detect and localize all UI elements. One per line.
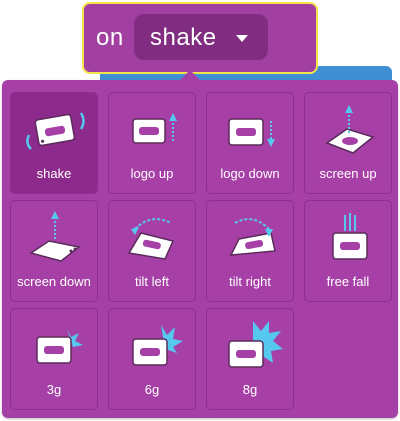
gesture-dropdown[interactable]: shake	[134, 14, 268, 60]
option-screen-down[interactable]: screen down	[10, 200, 98, 302]
option-logo-down[interactable]: logo down	[206, 92, 294, 194]
option-label: 3g	[46, 382, 62, 397]
option-logo-up[interactable]: logo up	[108, 92, 196, 194]
3g-icon	[36, 329, 83, 364]
option-label: logo down	[220, 166, 280, 181]
option-6g[interactable]: 6g	[108, 308, 196, 410]
6g-icon	[132, 325, 183, 366]
option-label: logo up	[130, 166, 174, 181]
chevron-down-icon	[236, 35, 248, 42]
on-gesture-block[interactable]: on shake	[82, 2, 318, 74]
option-label: shake	[36, 166, 72, 181]
free-fall-icon	[332, 213, 368, 260]
option-free-fall[interactable]: free fall	[304, 200, 392, 302]
stage: on shake shake logo up logo down screen …	[0, 0, 400, 421]
shake-icon	[26, 112, 85, 150]
dropdown-pointer	[178, 70, 202, 82]
tilt-right-icon	[229, 218, 276, 256]
on-label: on	[96, 24, 124, 51]
option-label: 8g	[242, 382, 258, 397]
option-tilt-right[interactable]: tilt right	[206, 200, 294, 302]
option-label: free fall	[326, 274, 370, 289]
option-tilt-left[interactable]: tilt left	[108, 200, 196, 302]
option-label: screen down	[17, 274, 91, 289]
option-label: tilt left	[135, 274, 169, 289]
option-3g[interactable]: 3g	[10, 308, 98, 410]
screen-up-icon	[325, 105, 375, 154]
option-screen-up[interactable]: screen up	[304, 92, 392, 194]
8g-icon	[228, 321, 283, 368]
gesture-grid: shake logo up logo down screen up screen…	[10, 92, 392, 412]
option-label: 6g	[144, 382, 160, 397]
screen-down-icon	[29, 211, 81, 262]
option-shake[interactable]: shake	[10, 92, 98, 194]
option-label: screen up	[319, 166, 377, 181]
option-8g[interactable]: 8g	[206, 308, 294, 410]
logo-up-icon	[132, 113, 177, 144]
dropdown-selected-value: shake	[150, 24, 217, 51]
logo-down-icon	[228, 118, 275, 147]
option-label: tilt right	[229, 274, 271, 289]
tilt-left-icon	[127, 218, 175, 260]
